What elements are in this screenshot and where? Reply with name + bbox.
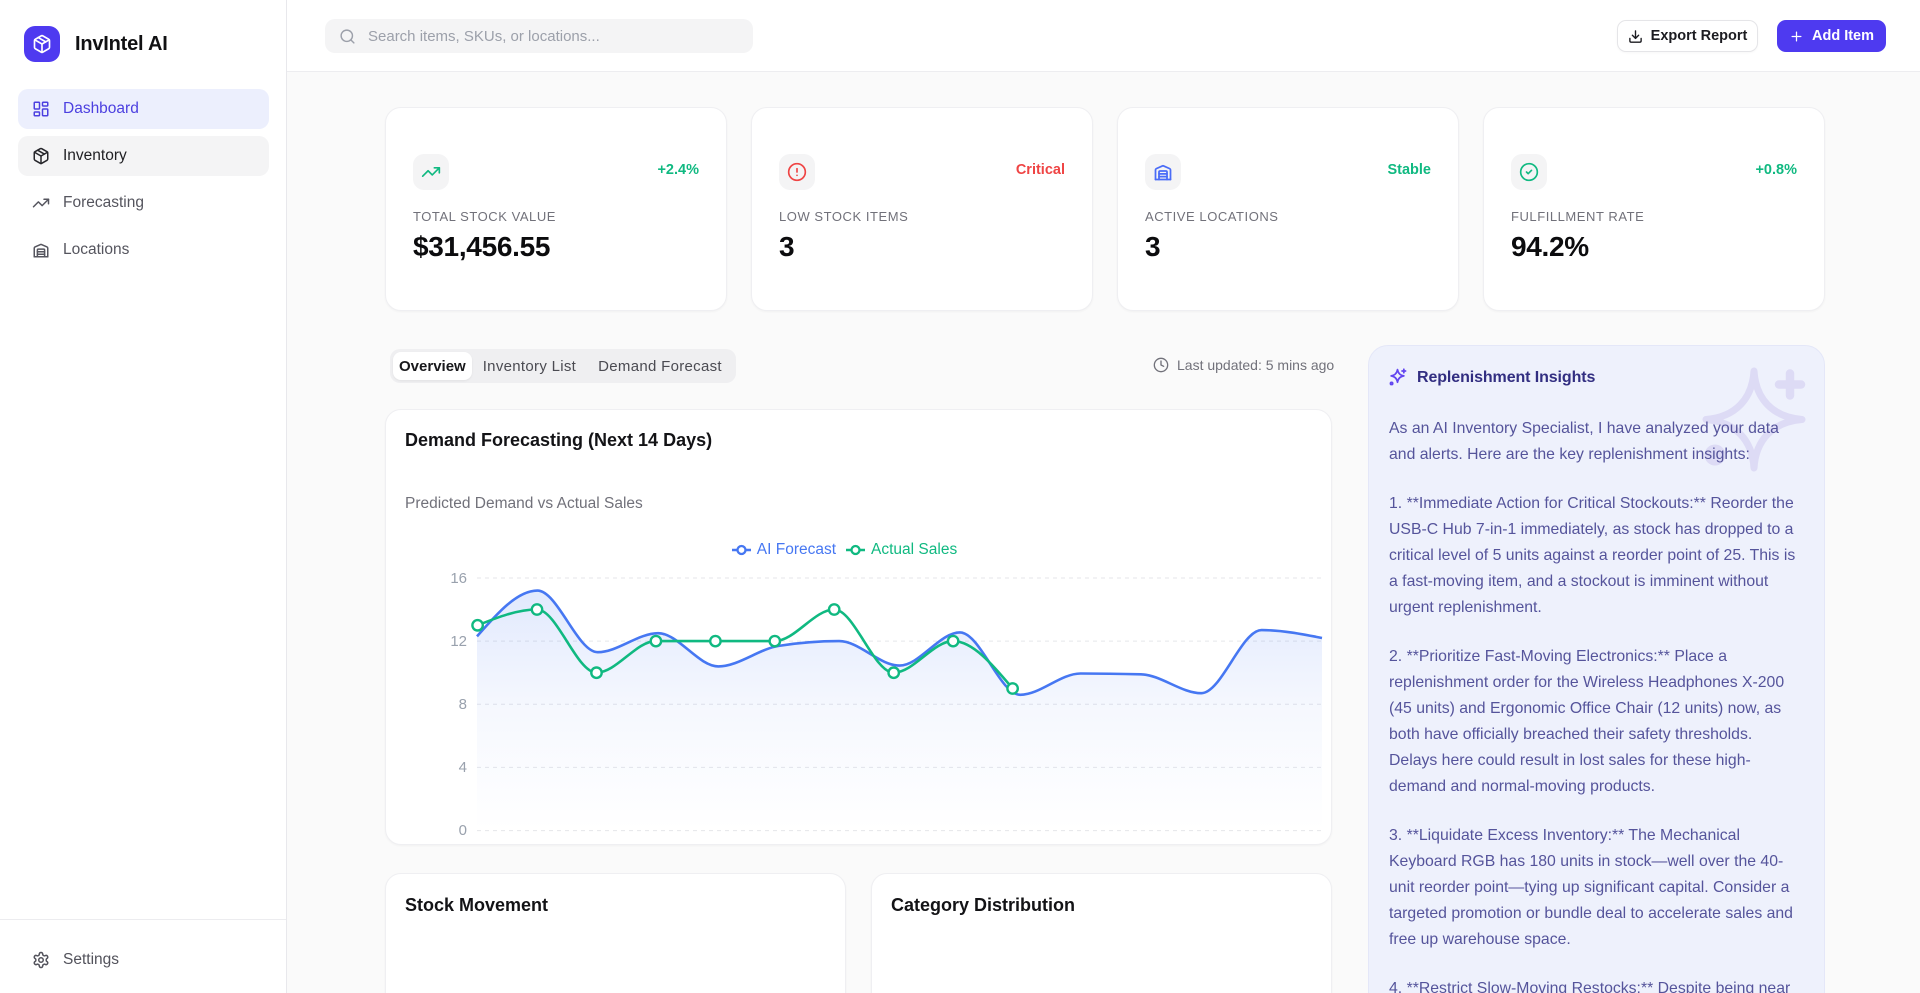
svg-text:8: 8 xyxy=(459,696,467,713)
svg-text:4: 4 xyxy=(459,759,467,776)
svg-text:12: 12 xyxy=(450,633,467,650)
svg-text:16: 16 xyxy=(450,570,467,587)
svg-text:0: 0 xyxy=(459,822,467,839)
